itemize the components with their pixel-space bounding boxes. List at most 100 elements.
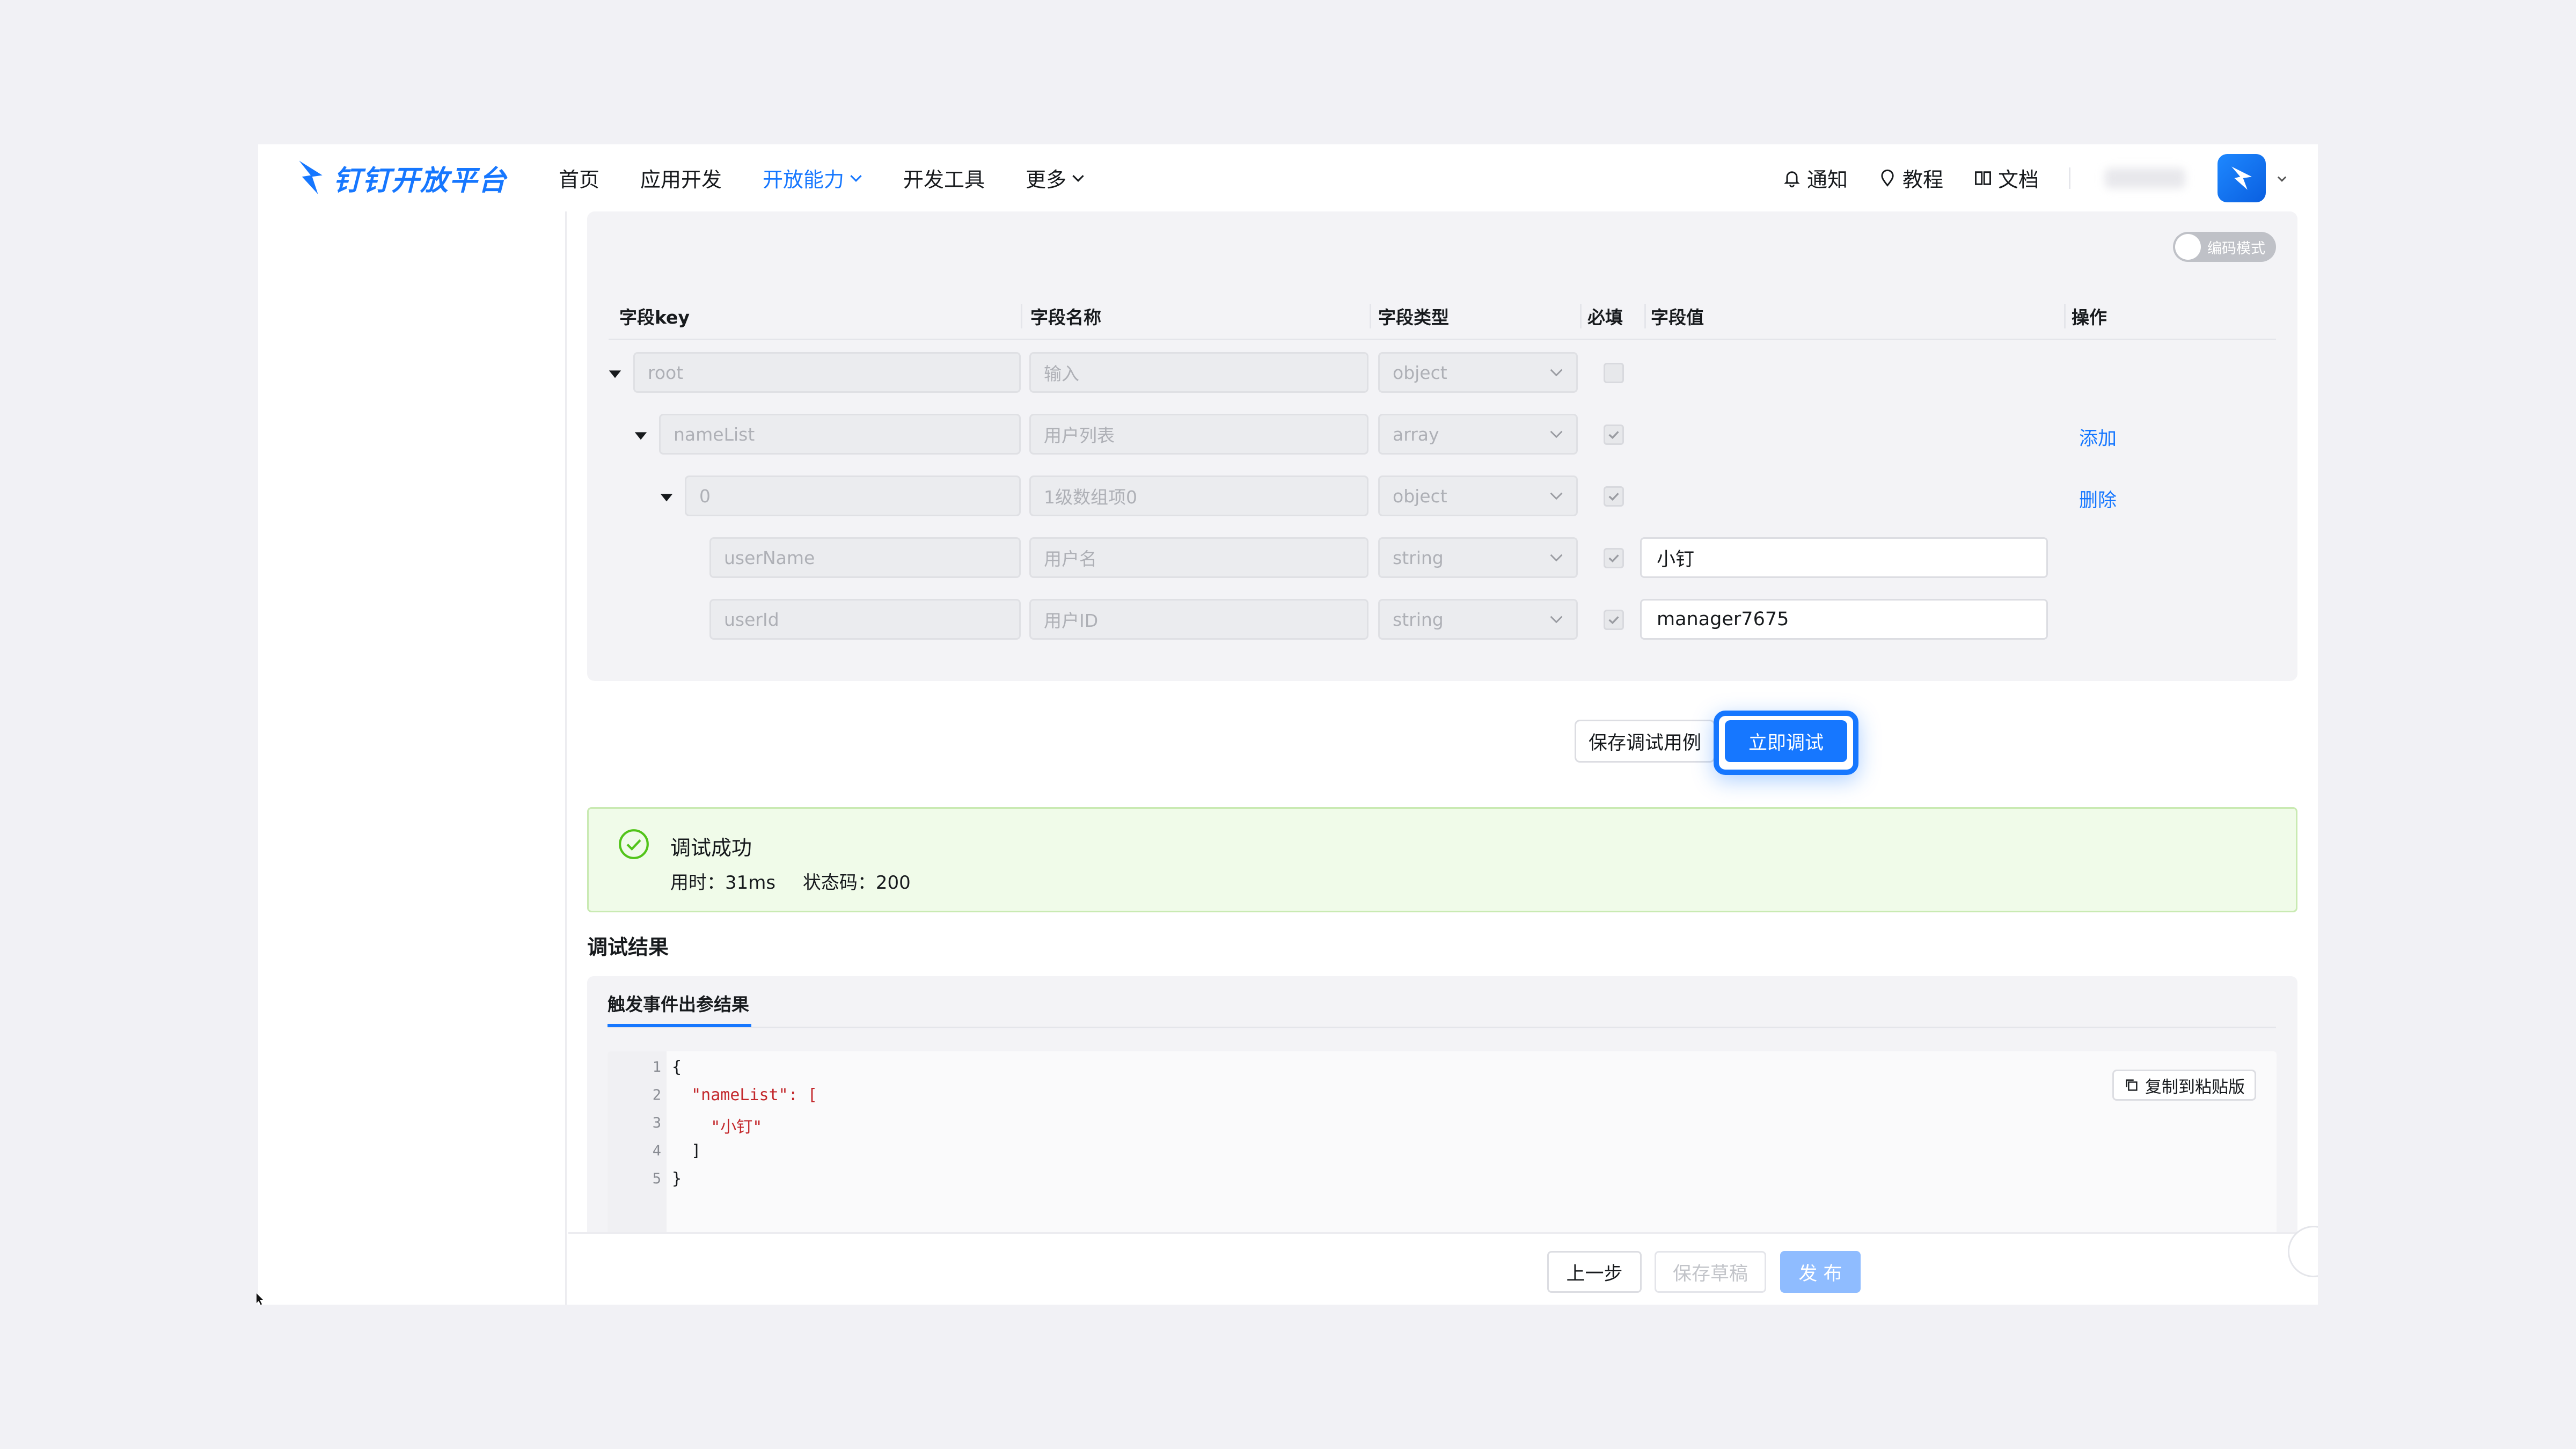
header-type: 字段类型 xyxy=(1378,307,1449,328)
column-divider xyxy=(1580,304,1582,328)
field-name-input[interactable]: 用户列表 xyxy=(1029,414,1368,455)
tutorial-link[interactable]: 教程 xyxy=(1878,163,1943,193)
field-value-input[interactable]: 小钉 xyxy=(1640,537,2048,578)
caret-down-icon[interactable] xyxy=(659,489,674,504)
nav-item-label: 应用开发 xyxy=(640,168,722,192)
brand-logo[interactable]: 钉钉开放平台 xyxy=(296,144,507,211)
field-type-select[interactable]: string xyxy=(1378,537,1578,578)
required-checkbox[interactable] xyxy=(1604,363,1624,383)
notify-link[interactable]: 通知 xyxy=(1782,163,1848,193)
copy-icon xyxy=(2126,1079,2138,1091)
caret-down-icon[interactable] xyxy=(633,428,648,443)
field-name-input[interactable]: 用户ID xyxy=(1029,599,1368,640)
required-checkbox[interactable] xyxy=(1604,610,1624,630)
delete-link[interactable]: 删除 xyxy=(2079,485,2117,513)
field-key-input[interactable]: 0 xyxy=(685,475,1021,516)
field-type-value: object xyxy=(1393,362,1447,383)
user-name-blurred xyxy=(2105,167,2185,188)
field-type-select[interactable]: object xyxy=(1378,352,1578,393)
line-number: 5 xyxy=(652,1170,661,1187)
left-sidebar xyxy=(258,211,567,1305)
footer-actions: 上一步 保存草稿 发 布 xyxy=(568,1232,2318,1305)
elapsed-time: 用时：31ms xyxy=(670,872,776,894)
code-line: { xyxy=(672,1058,682,1077)
results-heading: 调试结果 xyxy=(587,935,669,959)
location-pin-icon xyxy=(1881,169,1894,187)
tab-divider xyxy=(608,1027,2276,1028)
line-number: 2 xyxy=(652,1087,661,1103)
field-type-select[interactable]: string xyxy=(1378,599,1578,640)
field-key-input[interactable]: root xyxy=(633,352,1021,393)
header-value: 字段值 xyxy=(1651,307,1704,328)
field-key-input[interactable]: nameList xyxy=(659,414,1021,455)
main-content: 编码模式 字段key 字段名称 字段类型 必填 字段值 操作 root 输入 o… xyxy=(568,211,2318,1305)
chevron-down-icon xyxy=(1550,616,1563,624)
field-key-input[interactable]: userName xyxy=(709,537,1021,578)
nav-item-capabilities[interactable]: 开放能力 xyxy=(763,163,862,193)
required-checkbox[interactable] xyxy=(1604,548,1624,568)
chevron-down-icon xyxy=(1550,492,1563,500)
field-key-input[interactable]: userId xyxy=(709,599,1021,640)
nav-item-more[interactable]: 更多 xyxy=(1026,163,1085,193)
docs-label: 文档 xyxy=(1997,168,2039,192)
table-row: userId 用户ID string manager7675 xyxy=(587,599,2297,642)
book-icon xyxy=(1975,171,1991,185)
param-editor-card: 编码模式 字段key 字段名称 字段类型 必填 字段值 操作 root 输入 o… xyxy=(587,211,2297,681)
caret-down-icon[interactable] xyxy=(608,366,623,381)
tab-event-output[interactable]: 触发事件出参结果 xyxy=(608,990,749,1016)
field-type-value: string xyxy=(1393,547,1444,568)
nav-divider xyxy=(2069,167,2070,189)
field-type-value: string xyxy=(1393,609,1444,630)
header-name: 字段名称 xyxy=(1030,307,1101,328)
notify-label: 通知 xyxy=(1806,168,1848,192)
toggle-knob xyxy=(2175,234,2201,260)
save-test-case-button[interactable]: 保存调试用例 xyxy=(1575,720,1715,763)
table-row: userName 用户名 string 小钉 xyxy=(587,537,2297,580)
save-draft-button[interactable]: 保存草稿 xyxy=(1655,1251,1766,1293)
copy-to-clipboard-button[interactable]: 复制到粘贴版 xyxy=(2112,1070,2256,1101)
table-row: nameList 用户列表 array 添加 xyxy=(587,414,2297,457)
status-code: 状态码：200 xyxy=(802,872,911,894)
chevron-down-icon xyxy=(1550,554,1563,562)
copy-label: 复制到粘贴版 xyxy=(2145,1077,2245,1097)
field-type-value: array xyxy=(1393,423,1439,445)
field-type-select[interactable]: object xyxy=(1378,475,1578,516)
line-number: 4 xyxy=(652,1143,661,1159)
code-line: "小钉" xyxy=(672,1118,763,1137)
check-icon xyxy=(1608,431,1619,439)
code-mode-toggle[interactable]: 编码模式 xyxy=(2173,232,2276,262)
nav-item-label: 开发工具 xyxy=(903,168,985,192)
required-checkbox[interactable] xyxy=(1604,486,1624,507)
column-divider xyxy=(2064,304,2066,328)
line-number: 3 xyxy=(652,1115,661,1131)
run-debug-button[interactable]: 立即调试 xyxy=(1725,720,1847,762)
avatar[interactable] xyxy=(2218,153,2266,202)
line-number: 1 xyxy=(652,1059,661,1075)
toggle-label: 编码模式 xyxy=(2207,240,2265,257)
docs-link[interactable]: 文档 xyxy=(1973,163,2039,193)
nav-item-label: 首页 xyxy=(559,168,600,192)
tutorial-label: 教程 xyxy=(1902,168,1943,192)
publish-button[interactable]: 发 布 xyxy=(1780,1251,1861,1293)
required-checkbox[interactable] xyxy=(1604,425,1624,445)
field-name-input[interactable]: 输入 xyxy=(1029,352,1368,393)
field-value-input[interactable]: manager7675 xyxy=(1640,599,2048,640)
chevron-down-icon xyxy=(1550,430,1563,438)
field-name-input[interactable]: 用户名 xyxy=(1029,537,1368,578)
nav-item-dev-tools[interactable]: 开发工具 xyxy=(903,163,985,193)
brand-name: 钉钉开放平台 xyxy=(333,165,508,197)
debug-actions: 保存调试用例 立即调试 xyxy=(568,711,2318,775)
check-icon xyxy=(1608,493,1619,501)
nav-item-app-dev[interactable]: 应用开发 xyxy=(640,163,722,193)
add-link[interactable]: 添加 xyxy=(2079,423,2117,451)
nav-item-home[interactable]: 首页 xyxy=(559,163,599,193)
code-line: ] xyxy=(672,1141,701,1160)
debug-success-banner: 调试成功 用时：31ms 状态码：200 xyxy=(587,807,2297,912)
main-nav: 首页 应用开发 开放能力 开发工具 更多 xyxy=(559,144,1125,211)
field-type-select[interactable]: array xyxy=(1378,414,1578,455)
dingtalk-avatar-icon xyxy=(2231,166,2252,190)
field-name-input[interactable]: 1级数组项0 xyxy=(1029,475,1368,516)
chevron-down-icon[interactable] xyxy=(2275,172,2288,185)
table-header: 字段key 字段名称 字段类型 必填 字段值 操作 xyxy=(609,292,2276,340)
previous-step-button[interactable]: 上一步 xyxy=(1547,1251,1642,1293)
